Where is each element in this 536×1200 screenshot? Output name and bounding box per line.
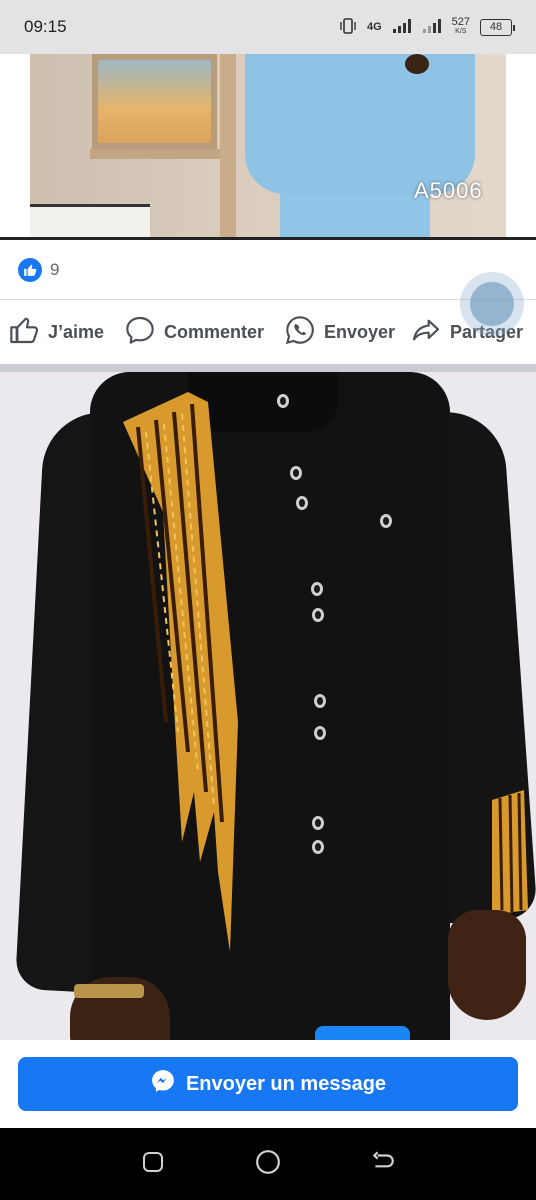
speed-unit: K/S [455, 28, 467, 35]
back-button[interactable] [368, 1149, 398, 1179]
shirt-button [312, 608, 324, 622]
signal-icon-2 [422, 18, 442, 37]
blue-garment-top [245, 54, 475, 194]
post-photo-shirt[interactable] [0, 372, 536, 1040]
share-arrow-icon [410, 314, 442, 351]
shirt-button [314, 726, 326, 740]
like-label: J’aime [48, 321, 105, 342]
system-nav-bar [0, 1128, 536, 1200]
cuff-embroidery [492, 790, 528, 915]
battery-icon: 48 [480, 18, 515, 36]
send-button[interactable]: Envoyer [284, 314, 395, 351]
box [30, 204, 150, 237]
post-photo-top[interactable]: A5006 [0, 54, 536, 239]
speech-bubble-icon [124, 314, 156, 351]
recents-button[interactable] [138, 1149, 168, 1179]
shirt-button [312, 816, 324, 830]
blue-garment-trousers [280, 194, 430, 237]
gold-embroidery [123, 392, 238, 952]
send-label: Envoyer [324, 321, 396, 342]
shirt-button [380, 514, 392, 528]
home-button[interactable] [253, 1149, 283, 1179]
send-message-label: Envoyer un message [185, 1072, 387, 1095]
thumbs-up-icon [8, 314, 40, 351]
reaction-count: 9 [50, 259, 60, 279]
scroll-tab [315, 1026, 410, 1040]
post-separator [0, 364, 536, 372]
shirt-button [314, 694, 326, 708]
status-indicators: 4G 527 K/S 48 [339, 16, 515, 37]
shirt-button [277, 394, 289, 408]
battery-level: 48 [489, 21, 503, 33]
picture-frame [92, 54, 217, 149]
speed-value: 527 [451, 16, 470, 28]
reactions-row[interactable]: 9 [0, 240, 536, 300]
shirt-button [311, 582, 323, 596]
shelf-post [220, 54, 236, 237]
network-speed: 527 K/S [451, 16, 470, 36]
status-time: 09:15 [24, 17, 67, 36]
status-bar: 09:15 4G 527 K/S 48 [0, 0, 536, 54]
send-message-button[interactable]: Envoyer un message [18, 1057, 518, 1111]
cta-area: Envoyer un message [0, 1040, 536, 1128]
wrist-watch [74, 984, 144, 998]
circle-icon [255, 1149, 281, 1180]
signal-icon [392, 18, 412, 37]
whatsapp-icon [284, 314, 316, 351]
vibrate-icon [339, 17, 357, 37]
post-actions-bar: J’aime Commenter Envoyer Partager [0, 300, 536, 364]
like-button[interactable]: J’aime [8, 314, 104, 351]
back-arrow-icon [370, 1149, 396, 1180]
network-type: 4G [366, 21, 382, 33]
shirt-button [312, 840, 324, 854]
photo-background: A5006 [30, 54, 506, 237]
comment-button[interactable]: Commenter [124, 314, 264, 351]
touch-indicator [460, 272, 524, 336]
messenger-icon [150, 1068, 176, 1100]
hand [405, 54, 429, 74]
square-icon [141, 1150, 165, 1179]
shirt-button [296, 496, 308, 510]
like-reaction-icon [18, 257, 42, 282]
shirt-button [290, 466, 302, 480]
shelf-board [90, 149, 230, 159]
hand-right [448, 910, 526, 1020]
comment-label: Commenter [164, 321, 265, 342]
product-code-label: A5006 [414, 178, 483, 203]
